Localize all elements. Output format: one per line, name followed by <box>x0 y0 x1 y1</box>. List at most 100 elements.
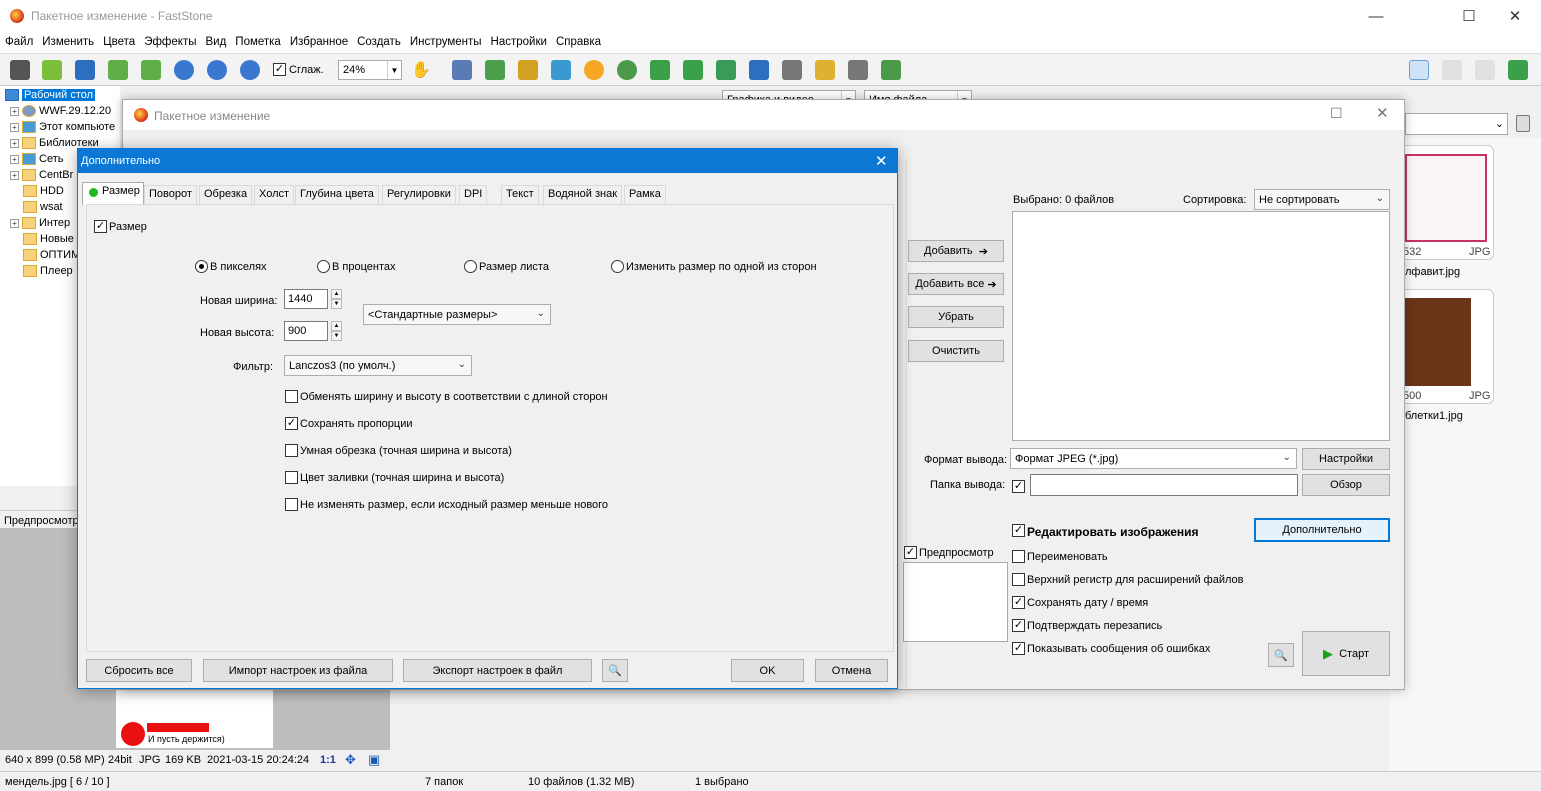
import-icon[interactable] <box>485 60 505 80</box>
actual-size-icon[interactable] <box>240 60 260 80</box>
advanced-button[interactable]: Дополнительно <box>1254 518 1390 542</box>
tree-item-desktop[interactable]: Рабочий стол <box>5 87 96 103</box>
selected-files-list[interactable] <box>1012 211 1390 441</box>
email-icon[interactable] <box>815 60 835 80</box>
tree-item-inter[interactable]: + Интер <box>10 215 70 231</box>
swap-sides-checkbox[interactable] <box>285 390 298 403</box>
tree-item-player[interactable]: Плеер <box>23 263 73 279</box>
output-folder-input[interactable] <box>1030 474 1298 496</box>
radio-one-side[interactable] <box>611 260 624 273</box>
sort-select[interactable]: Не сортировать ⌄ <box>1254 189 1390 210</box>
sun-icon[interactable] <box>584 60 604 80</box>
confirm-overwrite-checkbox[interactable]: ✓ <box>1012 619 1025 632</box>
tree-item-centbr[interactable]: + CentBr <box>10 167 73 183</box>
menu-favorites[interactable]: Избранное <box>285 32 352 48</box>
info-ratio[interactable]: 1:1 <box>320 754 336 766</box>
start-button[interactable]: ▶ Старт <box>1302 631 1390 676</box>
dialog-close-button[interactable]: ✕ <box>875 152 888 170</box>
expand-icon[interactable]: + <box>10 106 19 116</box>
previous-icon[interactable] <box>108 60 128 80</box>
menu-file[interactable]: Файл <box>0 32 37 48</box>
expand-icon[interactable]: + <box>10 170 19 180</box>
layout-2-icon[interactable] <box>1442 60 1462 80</box>
batch-close-button[interactable]: ✕ <box>1376 104 1389 122</box>
standard-sizes-select[interactable]: <Стандартные размеры> ⌄ <box>363 304 551 325</box>
hand-icon[interactable]: ✋ <box>410 59 432 81</box>
fill-color-checkbox[interactable] <box>285 471 298 484</box>
radio-percent[interactable] <box>317 260 330 273</box>
print-icon[interactable] <box>848 60 868 80</box>
height-input[interactable]: 900 <box>284 321 328 341</box>
expand-icon[interactable]: + <box>10 122 19 132</box>
checklist-icon[interactable] <box>881 60 901 80</box>
close-button[interactable]: ✕ <box>1492 0 1538 32</box>
fullscreen-icon[interactable]: ▣ <box>368 752 380 768</box>
flip-icon[interactable] <box>716 60 736 80</box>
tab-dpi[interactable]: DPI <box>459 185 488 204</box>
menu-colors[interactable]: Цвета <box>98 32 139 48</box>
import-settings-button[interactable]: Импорт настроек из файла <box>203 659 393 682</box>
remove-button[interactable]: Убрать <box>908 306 1004 328</box>
edit-images-checkbox[interactable]: ✓ <box>1012 524 1025 537</box>
tab-crop[interactable]: Обрезка <box>199 185 253 204</box>
cancel-button[interactable]: Отмена <box>815 659 888 682</box>
menu-create[interactable]: Создать <box>352 32 405 48</box>
batch-maximize-button[interactable]: ☐ <box>1330 105 1343 122</box>
height-down-icon[interactable]: ▼ <box>331 331 342 341</box>
tree-item-optim[interactable]: ОПТИМ <box>23 247 80 263</box>
user-icon[interactable] <box>617 60 637 80</box>
radio-paper-size[interactable] <box>464 260 477 273</box>
layout-1-icon[interactable] <box>1409 60 1429 80</box>
filmstrip-icon[interactable] <box>452 60 472 80</box>
filter-select[interactable]: Lanczos3 (по умолч.) ⌄ <box>284 355 472 376</box>
zoom-in-icon[interactable] <box>174 60 194 80</box>
preview-checkbox[interactable]: ✓ <box>904 546 917 559</box>
expand-icon[interactable]: + <box>10 218 19 228</box>
tab-size[interactable]: Размер <box>82 182 144 205</box>
thumbnail-alphabet[interactable]: 532 JPG <box>1396 145 1494 260</box>
next-icon[interactable] <box>141 60 161 80</box>
tab-watermark[interactable]: Водяной знак <box>543 185 623 204</box>
output-folder-checkbox[interactable]: ✓ <box>1012 480 1025 493</box>
menu-tag[interactable]: Пометка <box>230 32 285 48</box>
radio-pixels[interactable] <box>195 260 208 273</box>
draw-icon[interactable] <box>782 60 802 80</box>
fit-icon[interactable]: ✥ <box>345 752 356 768</box>
preview-settings-button[interactable]: 🔍 <box>602 659 628 682</box>
menu-view[interactable]: Вид <box>200 32 230 48</box>
height-up-icon[interactable]: ▲ <box>331 321 342 331</box>
export-settings-button[interactable]: Экспорт настроек в файл <box>403 659 592 682</box>
menu-effects[interactable]: Эффекты <box>139 32 200 48</box>
search-preview-button[interactable]: 🔍 <box>1268 643 1294 667</box>
tab-border[interactable]: Рамка <box>624 185 666 204</box>
reset-all-button[interactable]: Сбросить все <box>86 659 192 682</box>
tree-item-wwf[interactable]: + WWF.29.12.20 <box>10 103 111 119</box>
tab-text[interactable]: Текст <box>501 185 539 204</box>
smart-crop-checkbox[interactable] <box>285 444 298 457</box>
layout-3-icon[interactable] <box>1475 60 1495 80</box>
width-down-icon[interactable]: ▼ <box>331 299 342 309</box>
tab-rotate[interactable]: Поворот <box>144 185 197 204</box>
menu-help[interactable]: Справка <box>551 32 605 48</box>
uppercase-ext-checkbox[interactable] <box>1012 573 1025 586</box>
tab-adjustments[interactable]: Регулировки <box>382 185 456 204</box>
menu-edit[interactable]: Изменить <box>37 32 98 48</box>
browse-button[interactable]: Обзор <box>1302 474 1390 496</box>
keep-aspect-checkbox[interactable]: ✓ <box>285 417 298 430</box>
resize-icon[interactable] <box>749 60 769 80</box>
tree-item-wsat[interactable]: wsat <box>23 199 63 215</box>
add-all-button[interactable]: Добавить все ➔ <box>908 273 1004 295</box>
menu-tools[interactable]: Инструменты <box>405 32 486 48</box>
save-icon[interactable] <box>75 60 95 80</box>
path-combo[interactable]: ⌄ <box>1405 113 1508 135</box>
show-errors-checkbox[interactable]: ✓ <box>1012 642 1025 655</box>
tree-item-new[interactable]: Новые <box>23 231 74 247</box>
smooth-checkbox[interactable]: ✓ <box>273 63 286 76</box>
clear-button[interactable]: Очистить <box>908 340 1004 362</box>
keep-date-checkbox[interactable]: ✓ <box>1012 596 1025 609</box>
fullscreen-icon[interactable] <box>1508 60 1528 80</box>
no-upscale-checkbox[interactable] <box>285 498 298 511</box>
width-input[interactable]: 1440 <box>284 289 328 309</box>
rotate-left-icon[interactable] <box>650 60 670 80</box>
open-folder-icon[interactable] <box>42 60 62 80</box>
